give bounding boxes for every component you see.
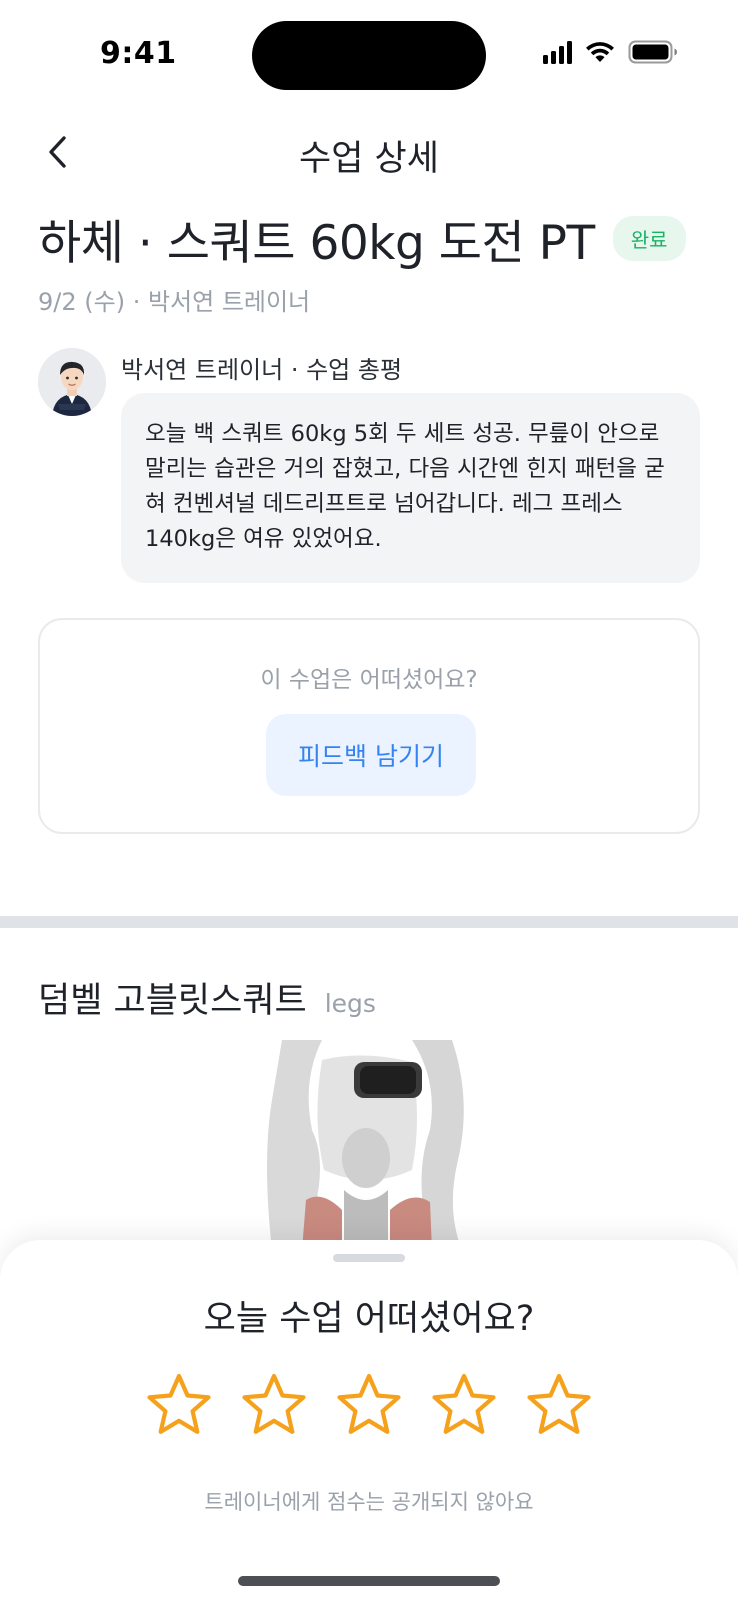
status-badge: 완료 (612, 216, 686, 261)
exercise-header: 덤벨 고블릿스쿼트 legs (38, 972, 376, 1023)
cellular-signal-icon (543, 40, 572, 64)
rating-privacy-note: 트레이너에게 점수는 공개되지 않아요 (204, 1490, 534, 1514)
trainer-avatar (38, 348, 106, 416)
star-icon-2[interactable] (238, 1370, 310, 1442)
sheet-drag-handle[interactable] (333, 1254, 405, 1262)
avatar-illustration (38, 348, 106, 416)
feedback-question: 이 수업은 어떠셨어요? (260, 667, 478, 693)
status-time: 9:41 (100, 36, 177, 71)
exercise-name: 덤벨 고블릿스쿼트 (38, 981, 307, 1021)
rating-bottom-sheet: 오늘 수업 어떠셨어요? 트레이너에게 점수는 공개되지 않아요 (0, 1240, 738, 1600)
feedback-card: 이 수업은 어떠셨어요? 피드백 남기기 (38, 618, 700, 834)
exercise-illustration (262, 1040, 474, 1250)
rating-title: 오늘 수업 어떠셨어요? (203, 1299, 535, 1339)
nav-bar: 수업 상세 (0, 120, 738, 184)
section-divider (0, 916, 738, 928)
class-title: 하체 · 스쿼트 60kg 도전 PT (38, 216, 595, 271)
wifi-icon (586, 42, 614, 62)
star-rating (143, 1370, 595, 1442)
battery-icon (628, 40, 677, 64)
star-icon-4[interactable] (428, 1370, 500, 1442)
star-icon-1[interactable] (143, 1370, 215, 1442)
review-bubble: 오늘 백 스쿼트 60kg 5회 두 세트 성공. 무릎이 안으로 말리는 습관… (121, 393, 700, 583)
review-label: 박서연 트레이너 · 수업 총평 (121, 356, 403, 384)
dynamic-island (252, 21, 486, 90)
leave-feedback-button[interactable]: 피드백 남기기 (266, 714, 476, 796)
status-bar: 9:41 (0, 0, 738, 110)
star-icon-3[interactable] (333, 1370, 405, 1442)
page-title: 수업 상세 (299, 139, 439, 179)
exercise-muscle-tag: legs (324, 989, 376, 1018)
status-icons (543, 40, 678, 64)
home-indicator[interactable] (238, 1576, 500, 1586)
class-meta: 9/2 (수) · 박서연 트레이너 (38, 288, 311, 316)
star-icon-5[interactable] (523, 1370, 595, 1442)
class-header: 하체 · 스쿼트 60kg 도전 PT 완료 (38, 204, 686, 273)
